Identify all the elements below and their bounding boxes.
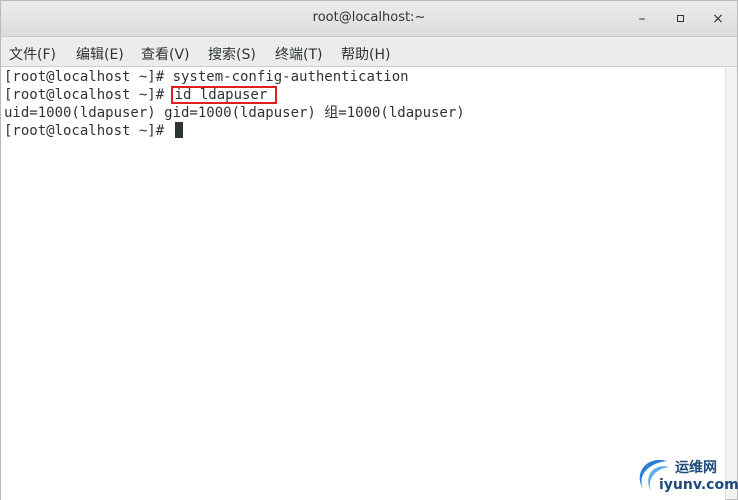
menu-help[interactable]: 帮助(H): [341, 44, 390, 64]
highlighted-command: id ldapuser: [170, 86, 278, 104]
terminal-output: uid=1000(ldapuser) gid=1000(ldapuser) 组=…: [4, 105, 465, 121]
close-button[interactable]: ×: [708, 9, 728, 29]
menu-bar: 文件(F) 编辑(E) 查看(V) 搜索(S) 终端(T) 帮助(H): [1, 37, 737, 67]
menu-edit[interactable]: 编辑(E): [76, 44, 124, 64]
menu-terminal[interactable]: 终端(T): [275, 44, 322, 64]
menu-search[interactable]: 搜索(S): [208, 44, 256, 64]
prompt: [root@localhost ~]#: [4, 87, 173, 103]
watermark-top-text: 运维网: [675, 460, 717, 476]
maximize-icon: [676, 15, 684, 22]
terminal-line: [root@localhost ~]# id ldapuser: [4, 86, 278, 104]
terminal-line: [root@localhost ~]# system-config-authen…: [4, 68, 409, 86]
minimize-button[interactable]: –: [632, 9, 652, 29]
command: system-config-authentication: [172, 69, 409, 85]
watermark: 运维网 iyunv.com: [633, 453, 738, 497]
menu-file[interactable]: 文件(F): [9, 44, 56, 64]
title-bar[interactable]: root@localhost:~ – ×: [1, 1, 737, 37]
text-cursor: [174, 122, 183, 138]
terminal-window: root@localhost:~ – × 文件(F) 编辑(E) 查看(V) 搜…: [0, 0, 738, 500]
window-title: root@localhost:~: [312, 10, 426, 25]
maximize-button[interactable]: [670, 9, 690, 29]
terminal-line: [root@localhost ~]#: [4, 122, 183, 140]
watermark-bottom-text: iyunv.com: [659, 477, 738, 493]
menu-view[interactable]: 查看(V): [141, 44, 190, 64]
prompt: [root@localhost ~]#: [4, 69, 173, 85]
prompt: [root@localhost ~]#: [4, 123, 173, 139]
terminal-area[interactable]: [root@localhost ~]# system-config-authen…: [1, 67, 725, 500]
scrollbar[interactable]: [725, 67, 737, 499]
